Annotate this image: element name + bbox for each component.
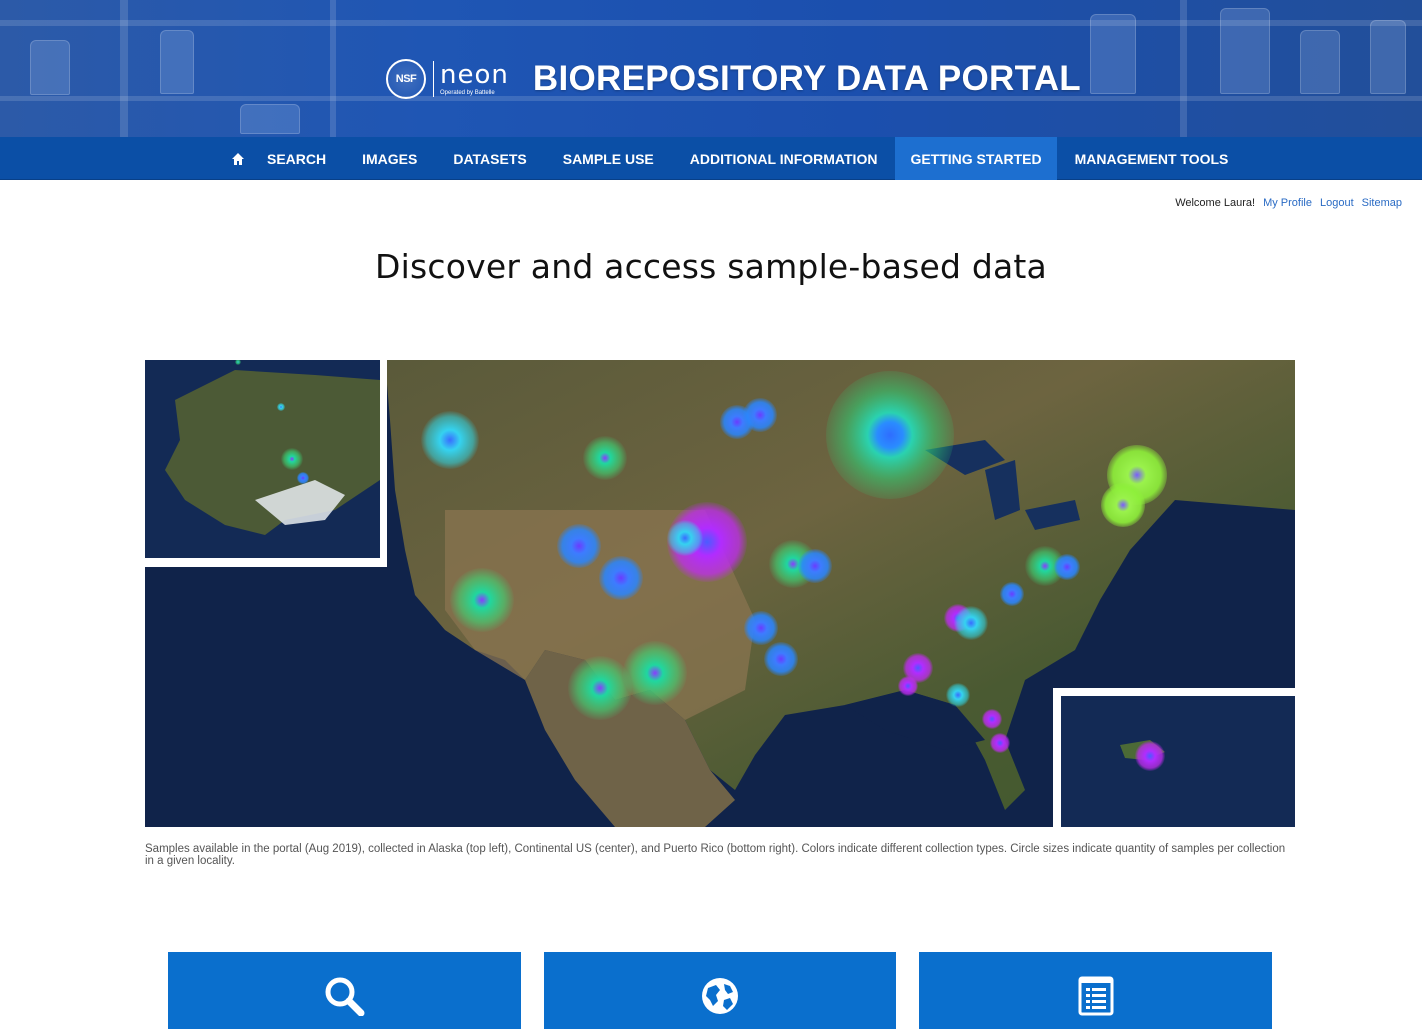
neon-wordmark: neon <box>440 60 509 90</box>
nav-home[interactable] <box>225 137 249 180</box>
map-image <box>145 360 1295 827</box>
site-banner: NSF neon Operated by Battelle BIOREPOSIT… <box>0 0 1422 137</box>
banner-decoration <box>1300 30 1340 94</box>
list-document-icon <box>1078 976 1113 1016</box>
search-icon <box>325 977 364 1016</box>
banner-decoration <box>160 30 194 94</box>
map-caption: Samples available in the portal (Aug 201… <box>145 843 1286 867</box>
logo-divider <box>433 61 434 97</box>
nav-item-getting-started[interactable]: GETTING STARTED <box>895 137 1057 180</box>
banner-decoration <box>1370 20 1406 94</box>
map-tile[interactable] <box>544 952 896 1029</box>
sample-map <box>145 360 1295 827</box>
logout-link[interactable]: Logout <box>1320 197 1354 209</box>
nsf-logo: NSF <box>386 59 426 99</box>
banner-decoration <box>1220 8 1270 94</box>
my-profile-link[interactable]: My Profile <box>1263 197 1312 209</box>
nav-item-search[interactable]: SEARCH <box>249 137 344 180</box>
home-icon <box>232 152 244 165</box>
main-nav: SEARCH IMAGES DATASETS SAMPLE USE ADDITI… <box>0 137 1422 180</box>
neon-logo: neon Operated by Battelle <box>440 62 509 96</box>
globe-icon <box>702 978 738 1014</box>
nav-item-images[interactable]: IMAGES <box>344 137 435 180</box>
sitemap-link[interactable]: Sitemap <box>1362 197 1402 209</box>
banner-decoration <box>0 20 1422 26</box>
banner-decoration <box>120 0 128 137</box>
nav-item-sample-use[interactable]: SAMPLE USE <box>545 137 672 180</box>
portal-title: BIOREPOSITORY DATA PORTAL <box>532 59 1081 98</box>
page-headline: Discover and access sample-based data <box>375 247 1047 286</box>
datasets-tile[interactable] <box>919 952 1272 1029</box>
nav-item-datasets[interactable]: DATASETS <box>435 137 544 180</box>
banner-decoration <box>240 104 300 134</box>
banner-decoration <box>1180 0 1187 137</box>
nav-item-additional-information[interactable]: ADDITIONAL INFORMATION <box>672 137 896 180</box>
search-tile[interactable] <box>168 952 521 1029</box>
brand-lockup[interactable]: NSF neon Operated by Battelle BIOREPOSIT… <box>386 58 1081 100</box>
banner-decoration <box>30 40 70 95</box>
banner-decoration <box>330 0 336 137</box>
banner-decoration <box>1090 14 1136 94</box>
welcome-text: Welcome Laura! <box>1175 197 1256 209</box>
user-bar: Welcome Laura! My Profile Logout Sitemap <box>1175 197 1402 209</box>
neon-tagline: Operated by Battelle <box>440 90 495 96</box>
nav-item-management-tools[interactable]: MANAGEMENT TOOLS <box>1057 137 1247 180</box>
